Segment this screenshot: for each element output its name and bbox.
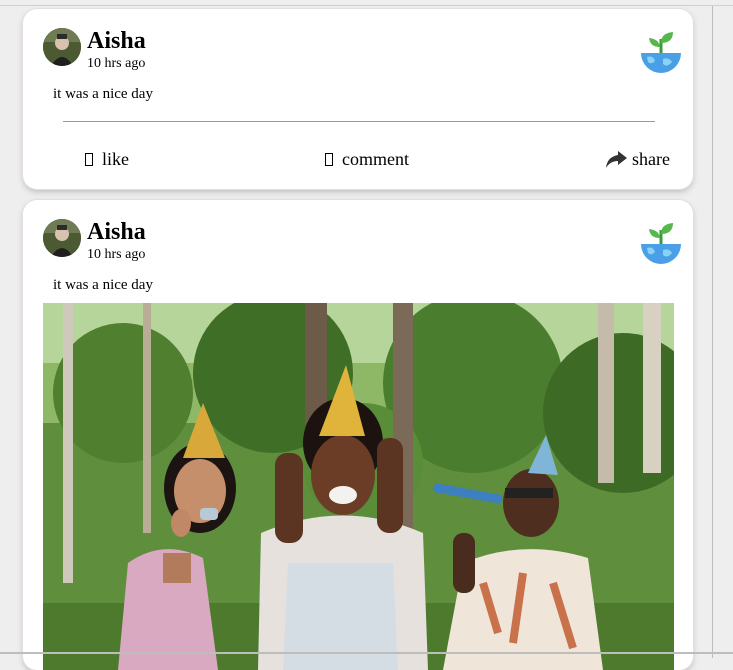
post-author-name[interactable]: Aisha <box>87 27 146 55</box>
like-button[interactable]: like <box>85 148 129 170</box>
comment-button[interactable]: comment <box>325 148 409 170</box>
share-label: share <box>632 149 670 169</box>
post-text: it was a nice day <box>53 86 153 102</box>
comment-label: comment <box>342 149 409 169</box>
earth-sprout-icon <box>639 31 683 77</box>
like-icon <box>85 152 93 166</box>
post-card: Aisha 10 hrs ago it was a nice day like … <box>23 9 693 189</box>
window-top-border <box>0 5 733 6</box>
post-timestamp: 10 hrs ago <box>87 56 146 71</box>
share-arrow-icon <box>606 150 627 168</box>
comment-icon <box>325 152 333 166</box>
post-timestamp: 10 hrs ago <box>87 247 146 262</box>
post-text: it was a nice day <box>53 277 153 293</box>
avatar[interactable] <box>43 219 81 257</box>
post-card: Aisha 10 hrs ago it was a nice day <box>23 200 693 670</box>
scrollbar-track[interactable] <box>712 6 713 658</box>
like-label: like <box>102 149 129 169</box>
post-author-name[interactable]: Aisha <box>87 218 146 246</box>
share-button[interactable]: share <box>606 148 670 170</box>
window-bottom-border <box>0 652 733 654</box>
earth-sprout-icon <box>639 222 683 268</box>
avatar[interactable] <box>43 28 81 66</box>
post-divider <box>63 121 655 122</box>
post-image[interactable] <box>43 303 674 670</box>
